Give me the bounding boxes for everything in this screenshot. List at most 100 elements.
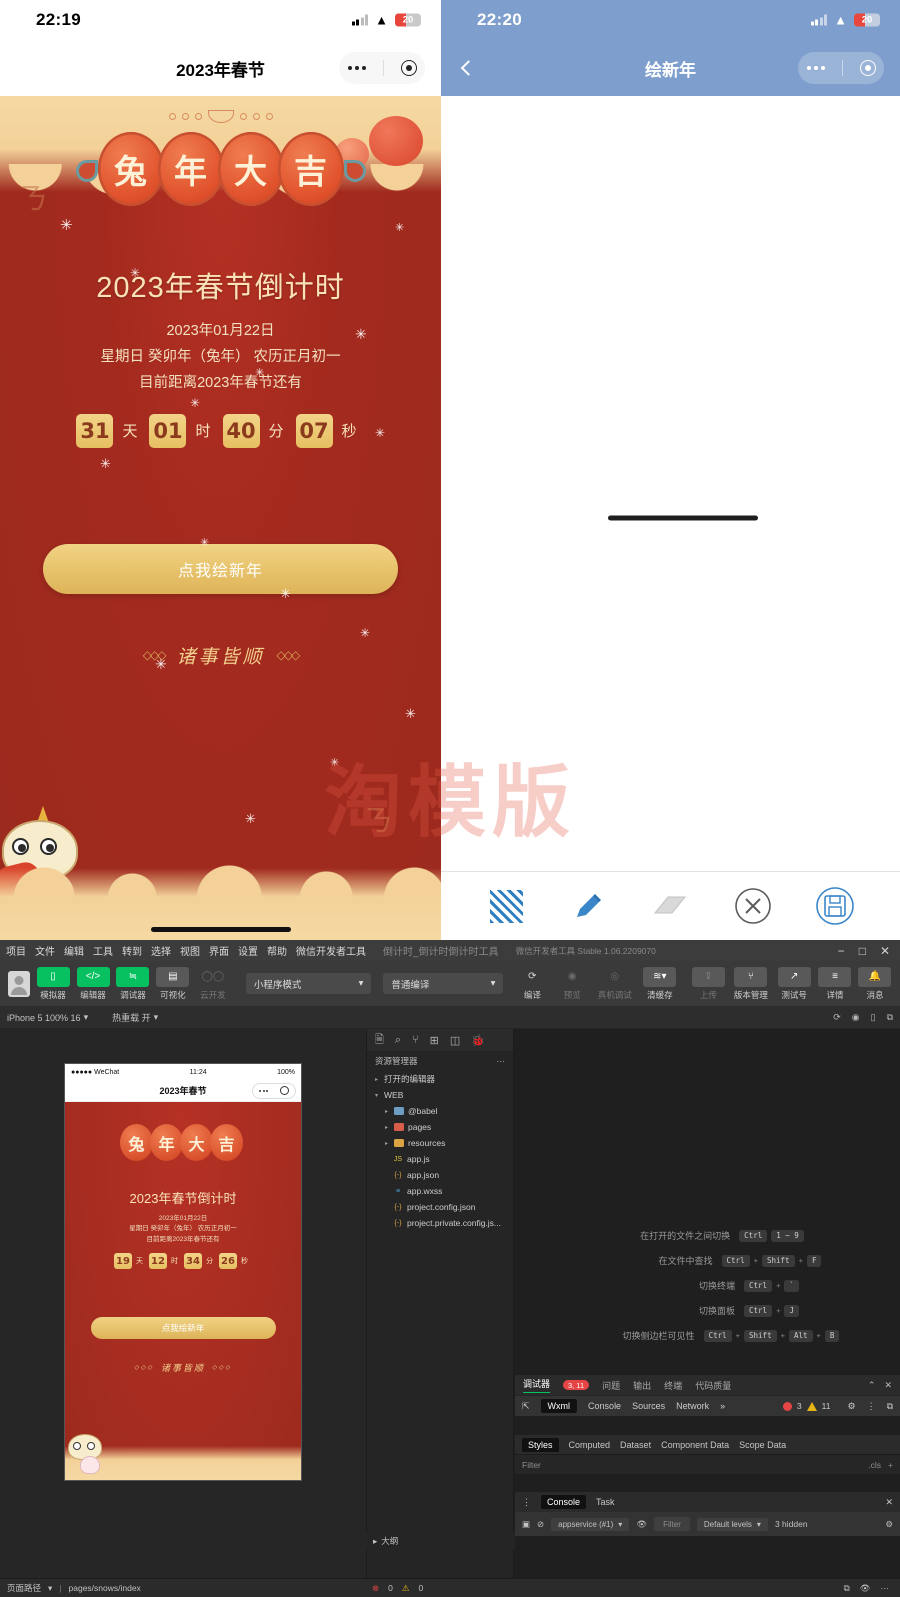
tree-item-app-wxss[interactable]: ≡ app.wxss xyxy=(367,1183,513,1199)
mode-select[interactable]: 小程序模式 ▾ xyxy=(245,973,372,994)
avatar[interactable] xyxy=(8,970,31,997)
toolbar-editor[interactable]: </> 编辑器 xyxy=(76,966,110,1001)
hot-reload-select[interactable]: 热重载 开 ▾ xyxy=(112,1011,158,1024)
rotate-icon[interactable]: ⟳ xyxy=(833,1012,841,1023)
settings-icon[interactable]: ⚙ xyxy=(885,1519,893,1530)
tree-item-web[interactable]: ▾ WEB xyxy=(367,1087,513,1103)
tab-dataset[interactable]: Dataset xyxy=(620,1440,651,1450)
device-select[interactable]: iPhone 5 100% 16 ▾ xyxy=(7,1012,88,1023)
menu-item-project[interactable]: 项目 xyxy=(6,943,26,958)
mini-program-capsule[interactable] xyxy=(798,52,884,84)
toolbar-simulator[interactable]: ▯ 模拟器 xyxy=(36,966,70,1001)
files-icon[interactable]: 🗎 xyxy=(375,1031,384,1050)
source-control-icon[interactable]: ⑂ xyxy=(412,1034,419,1046)
chevron-up-icon[interactable]: ⌃ xyxy=(868,1380,876,1391)
tab-console[interactable]: Console xyxy=(588,1401,621,1411)
inspect-icon[interactable]: ⇱ xyxy=(522,1401,530,1412)
menu-item-devtools[interactable]: 微信开发者工具 xyxy=(296,943,366,958)
more-icon[interactable] xyxy=(806,66,825,70)
toolbar-test-account[interactable]: ↗ 测试号 xyxy=(776,966,812,1001)
tree-item-app-js[interactable]: JS app.js xyxy=(367,1151,513,1167)
tab-debugger[interactable]: 调试器 xyxy=(523,1377,551,1393)
tab-terminal[interactable]: 终端 xyxy=(664,1379,682,1392)
status-page-path[interactable]: pages/snows/index xyxy=(69,1583,141,1593)
back-icon[interactable] xyxy=(460,60,477,76)
console-filter-input[interactable]: Filter xyxy=(654,1517,690,1531)
tree-item-project-private-config[interactable]: {-} project.private.config.js... xyxy=(367,1215,513,1231)
eye-icon[interactable]: 👁 xyxy=(860,1583,871,1594)
console-drawer-icon[interactable]: ⋮ xyxy=(522,1497,531,1508)
minimize-button[interactable]: − xyxy=(838,944,845,958)
toolbar-clear-cache[interactable]: ≋▾ 清缓存 xyxy=(640,966,679,1001)
more-icon[interactable]: ⋮ xyxy=(867,1401,876,1412)
menu-item-file[interactable]: 文件 xyxy=(35,943,55,958)
menu-item-help[interactable]: 帮助 xyxy=(267,943,287,958)
more-tabs-icon[interactable]: » xyxy=(720,1401,725,1411)
record-icon[interactable]: ◉ xyxy=(852,1012,860,1023)
dock-icon[interactable]: ⧉ xyxy=(887,1401,893,1412)
pattern-fill-tool[interactable] xyxy=(485,885,527,927)
toolbar-visualize[interactable]: ▤ 可视化 xyxy=(156,966,190,1001)
explorer-more-icon[interactable]: ··· xyxy=(497,1056,506,1066)
tab-component-data[interactable]: Component Data xyxy=(661,1440,729,1450)
screenshot-icon[interactable]: ⧉ xyxy=(887,1012,893,1023)
styles-filter-input[interactable]: Filter xyxy=(522,1460,541,1470)
close-icon[interactable]: ✕ xyxy=(884,1380,892,1391)
tab-code-quality[interactable]: 代码质量 xyxy=(695,1379,731,1392)
chevron-down-icon[interactable]: ▾ xyxy=(48,1583,52,1594)
simulator-device[interactable]: ●●●●● WeChat 11:24 100% 2023年春节 兔 年 大 吉 … xyxy=(64,1063,302,1481)
tab-sources[interactable]: Sources xyxy=(632,1401,665,1411)
compile-select[interactable]: 普通编译 ▾ xyxy=(383,973,504,994)
tab-console-drawer[interactable]: Console xyxy=(541,1495,587,1509)
console-context-select[interactable]: appservice (#1) ▾ xyxy=(551,1517,630,1531)
toolbar-version-control[interactable]: ⑂ 版本管理 xyxy=(731,966,770,1001)
eye-icon[interactable]: 👁 xyxy=(636,1519,647,1530)
draw-new-year-button[interactable]: 点我绘新年 xyxy=(43,543,398,594)
tab-computed[interactable]: Computed xyxy=(569,1440,611,1450)
tab-network[interactable]: Network xyxy=(676,1401,709,1411)
tab-scope-data[interactable]: Scope Data xyxy=(739,1440,786,1450)
menu-item-view[interactable]: 视图 xyxy=(180,943,200,958)
device-frame-icon[interactable]: ▯ xyxy=(871,1012,876,1023)
toolbar-messages[interactable]: 🔔 消息 xyxy=(858,966,892,1001)
add-rule-button[interactable]: + xyxy=(888,1460,893,1470)
tab-wxml[interactable]: Wxml xyxy=(540,1399,578,1413)
clear-icon[interactable]: ⊘ xyxy=(537,1519,544,1530)
console-levels-select[interactable]: Default levels ▾ xyxy=(696,1517,768,1531)
tree-item-open-editors[interactable]: ▸ 打开的编辑器 xyxy=(367,1071,513,1087)
clear-tool[interactable] xyxy=(732,885,774,927)
tree-item-pages[interactable]: ▸ pages xyxy=(367,1119,513,1135)
menu-item-goto[interactable]: 转到 xyxy=(122,943,142,958)
close-icon[interactable]: ✕ xyxy=(885,1497,893,1508)
split-icon[interactable]: ⧉ xyxy=(844,1583,850,1594)
tree-item-project-config[interactable]: {-} project.config.json xyxy=(367,1199,513,1215)
save-tool[interactable] xyxy=(814,885,856,927)
debug-icon[interactable]: 🐞 xyxy=(471,1034,485,1047)
close-button[interactable]: ✕ xyxy=(880,944,890,958)
tab-task[interactable]: Task xyxy=(596,1497,615,1507)
toolbar-details[interactable]: ≡ 详情 xyxy=(818,966,852,1001)
sim-draw-button[interactable]: 点我绘新年 xyxy=(90,1317,276,1340)
settings-icon[interactable]: ⚙ xyxy=(847,1401,855,1412)
toolbar-upload[interactable]: ⇪ 上传 xyxy=(691,966,725,1001)
menu-item-interface[interactable]: 界面 xyxy=(209,943,229,958)
close-target-icon[interactable] xyxy=(859,60,876,76)
tree-item-app-json[interactable]: {-} app.json xyxy=(367,1167,513,1183)
sim-capsule[interactable] xyxy=(252,1082,296,1099)
tab-problems[interactable]: 问题 xyxy=(602,1379,620,1392)
pen-tool[interactable] xyxy=(567,885,609,927)
outline-section[interactable]: ▸ 大纲 xyxy=(366,1532,515,1550)
more-icon[interactable] xyxy=(347,66,366,70)
console-run-icon[interactable]: ▣ xyxy=(522,1519,530,1530)
tree-item-babel[interactable]: ▸ @babel xyxy=(367,1103,513,1119)
extensions-icon[interactable]: ⊞ xyxy=(430,1034,439,1047)
eraser-tool[interactable] xyxy=(649,885,691,927)
more-icon[interactable]: ··· xyxy=(881,1583,890,1593)
close-target-icon[interactable] xyxy=(400,60,417,76)
tab-output[interactable]: 输出 xyxy=(633,1379,651,1392)
menu-item-settings[interactable]: 设置 xyxy=(238,943,258,958)
menu-item-edit[interactable]: 编辑 xyxy=(64,943,84,958)
layout-icon[interactable]: ◫ xyxy=(450,1034,460,1047)
menu-item-select[interactable]: 选择 xyxy=(151,943,171,958)
search-icon[interactable]: ⌕ xyxy=(395,1034,401,1047)
